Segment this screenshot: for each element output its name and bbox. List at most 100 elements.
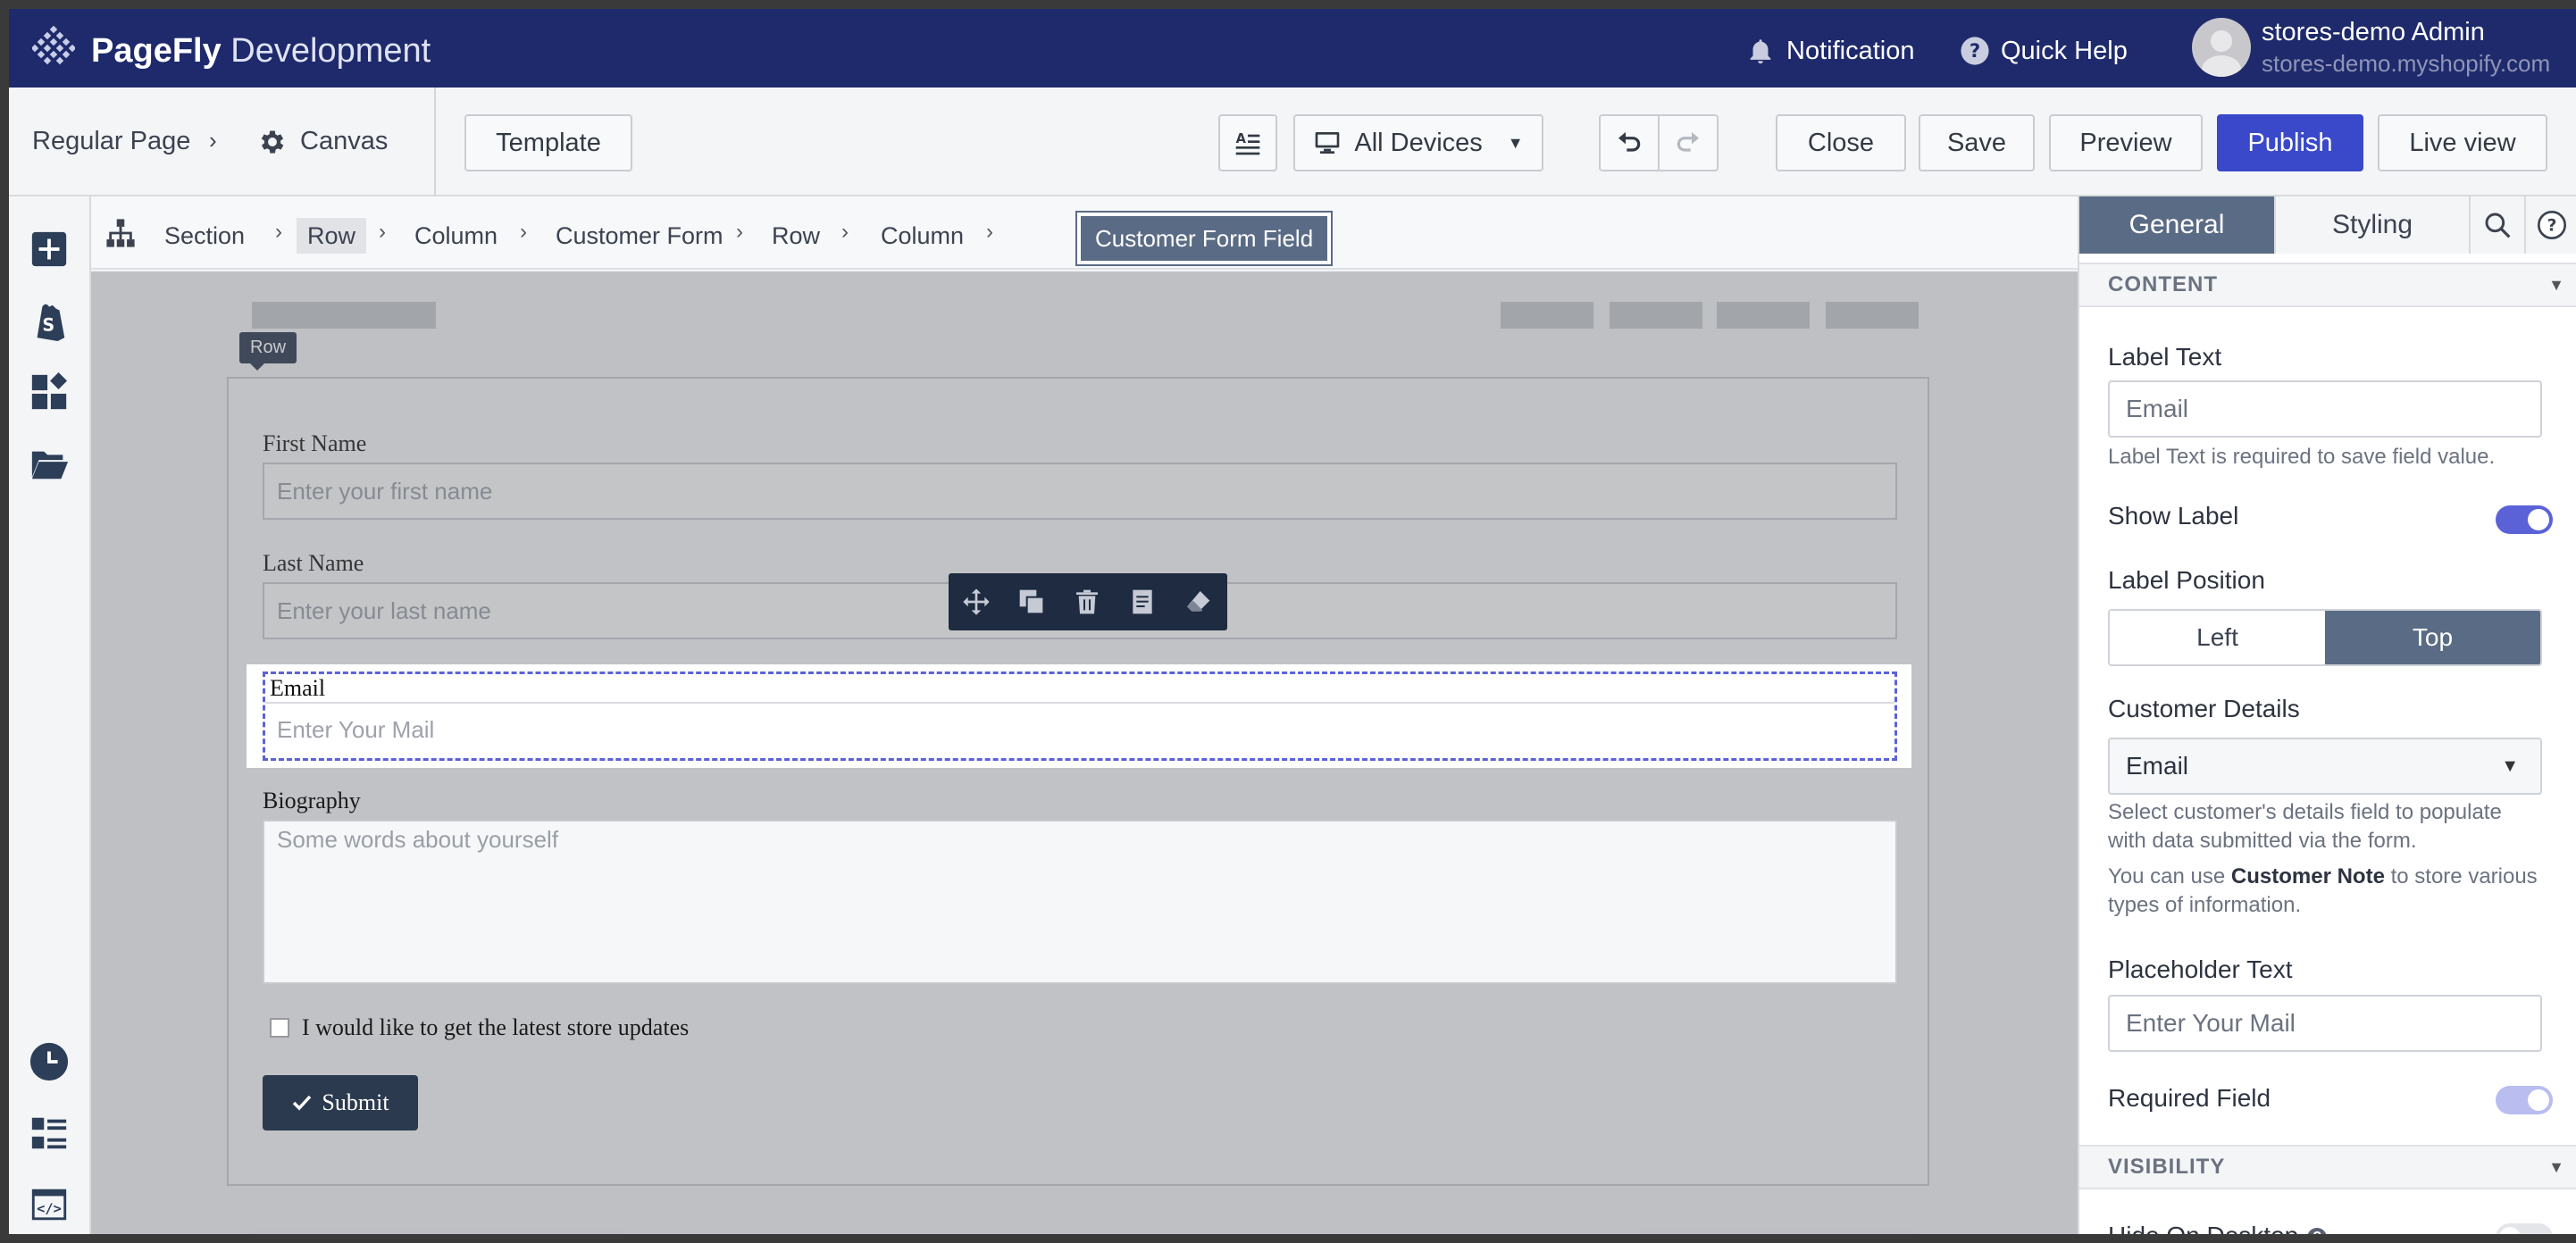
breadcrumb-active-customer-form-field[interactable]: Customer Form Field (1075, 211, 1334, 266)
chevron-right-icon: › (379, 220, 386, 244)
svg-text:?: ? (2547, 217, 2557, 236)
label-position-top[interactable]: Top (2325, 611, 2540, 664)
placeholder-text-input[interactable]: Enter Your Mail (2108, 995, 2542, 1052)
chevron-right-icon: › (520, 220, 527, 244)
eraser-icon (1187, 591, 1210, 612)
label-text-label: Label Text (2108, 343, 2222, 371)
template-button[interactable]: Template (464, 114, 632, 171)
user-name: stores-demo Admin (2262, 18, 2485, 46)
bell-icon (1750, 39, 1771, 64)
panel-help-button[interactable]: ? (2526, 196, 2576, 254)
email-label: Email (270, 675, 326, 701)
svg-text:</>: </> (37, 1201, 62, 1217)
hierarchy-icon[interactable] (105, 218, 136, 248)
placeholder-bar (1610, 302, 1702, 329)
show-label-toggle[interactable] (2496, 505, 2553, 534)
editor-canvas[interactable]: Row First Name Enter your first name Las… (91, 271, 2078, 1234)
content-section-header[interactable]: CONTENT ▼ (2079, 263, 2576, 307)
required-field-label: Required Field (2108, 1084, 2271, 1112)
history-clock-icon[interactable] (29, 1041, 70, 1082)
notification-label: Notification (1786, 36, 1915, 65)
first-name-label: First Name (263, 430, 367, 456)
breadcrumb-row-2[interactable]: Row (772, 218, 820, 254)
label-position-segmented: Left Top (2108, 609, 2542, 666)
breadcrumb-customer-form[interactable]: Customer Form (556, 218, 723, 254)
required-field-toggle[interactable] (2496, 1086, 2553, 1114)
quick-help-link[interactable]: ? Quick Help (1960, 36, 2128, 66)
close-button[interactable]: Close (1776, 114, 1906, 171)
text-format-button[interactable]: A (1218, 114, 1277, 171)
help-circle-icon: ? (2538, 211, 2566, 239)
notification-link[interactable]: Notification (1745, 36, 1914, 66)
breadcrumb-section[interactable]: Section (164, 218, 245, 254)
code-editor-icon[interactable]: </> (29, 1184, 70, 1225)
add-element-icon[interactable] (29, 229, 70, 270)
content-section-title: CONTENT (2108, 272, 2218, 296)
panel-search-button[interactable] (2471, 196, 2526, 254)
avatar[interactable] (2192, 18, 2251, 77)
delete-button[interactable] (1059, 573, 1115, 630)
label-position-left[interactable]: Left (2110, 611, 2325, 664)
device-select[interactable]: All Devices ▼ (1293, 114, 1543, 171)
regular-page-link[interactable]: Regular Page (32, 127, 190, 156)
placeholder-bar (252, 1230, 623, 1234)
help-circle-icon[interactable]: ? (2307, 1227, 2328, 1234)
selected-customer-form-field[interactable] (263, 672, 1897, 761)
caret-down-icon: ▼ (2548, 1158, 2565, 1176)
show-label-label: Show Label (2108, 502, 2239, 530)
visibility-section-title: VISIBILITY (2108, 1155, 2226, 1179)
undo-button[interactable] (1599, 114, 1660, 171)
layers-list-icon[interactable] (29, 1113, 70, 1154)
copy-style-button[interactable] (1115, 573, 1170, 630)
publish-button[interactable]: Publish (2217, 114, 2363, 171)
redo-icon (1677, 132, 1699, 152)
apps-grid-icon[interactable] (29, 371, 70, 413)
submit-button[interactable]: Submit (263, 1075, 418, 1130)
user-avatar-icon (2202, 30, 2241, 77)
customer-details-label: Customer Details (2108, 695, 2300, 722)
email-input[interactable]: Enter Your Mail (277, 716, 434, 744)
chevron-right-icon: › (841, 220, 849, 244)
customer-note-help: You can use Customer Note to store vario… (2108, 864, 2538, 917)
breadcrumb-row[interactable]: Row (297, 218, 367, 254)
biography-textarea[interactable]: Some words about yourself (263, 820, 1897, 984)
label-text-help: Label Text is required to save field val… (2108, 445, 2496, 469)
toolbar-divider (434, 88, 436, 196)
updates-checkbox[interactable] (270, 1018, 289, 1038)
duplicate-icon (1019, 589, 1045, 615)
folder-open-icon[interactable] (29, 443, 70, 484)
visibility-section-header[interactable]: VISIBILITY ▼ (2079, 1145, 2576, 1189)
placeholder-bar (1826, 302, 1919, 329)
placeholder-bar (1501, 302, 1593, 329)
gear-icon[interactable] (257, 127, 288, 157)
canvas-link[interactable]: Canvas (300, 127, 388, 156)
live-view-button[interactable]: Live view (2378, 114, 2547, 171)
help-circle-icon: ? (1961, 37, 1989, 65)
tab-general[interactable]: General (2079, 196, 2276, 254)
updates-checkbox-label: I would like to get the latest store upd… (302, 1014, 690, 1040)
save-button[interactable]: Save (1919, 114, 2035, 171)
tab-styling[interactable]: Styling (2276, 196, 2471, 254)
trash-icon (1076, 589, 1098, 614)
preview-button[interactable]: Preview (2049, 114, 2203, 171)
move-button[interactable] (949, 573, 1004, 630)
label-text-input[interactable]: Email (2108, 380, 2542, 438)
label-position-label: Label Position (2108, 566, 2265, 594)
customer-details-value: Email (2126, 752, 2189, 780)
quick-help-label: Quick Help (2001, 36, 2128, 65)
chevron-right-icon: › (209, 127, 217, 154)
paste-style-button[interactable] (1170, 573, 1225, 630)
duplicate-button[interactable] (1004, 573, 1059, 630)
first-name-input[interactable]: Enter your first name (263, 463, 1897, 520)
editor-toolbar: Regular Page › Canvas Template A All Dev… (9, 88, 2576, 196)
redo-button[interactable] (1658, 114, 1719, 171)
panel-tabs: General Styling ? (2079, 196, 2576, 254)
submit-label: Submit (322, 1089, 389, 1115)
move-arrows-icon (963, 588, 990, 615)
breadcrumb-column[interactable]: Column (414, 218, 498, 254)
caret-down-icon: ▼ (2548, 276, 2565, 294)
breadcrumb-column-2[interactable]: Column (881, 218, 964, 254)
shopify-icon[interactable]: S (29, 300, 70, 341)
customer-details-select[interactable]: Email ▼ (2108, 738, 2542, 795)
hide-on-desktop-toggle[interactable] (2496, 1223, 2553, 1234)
